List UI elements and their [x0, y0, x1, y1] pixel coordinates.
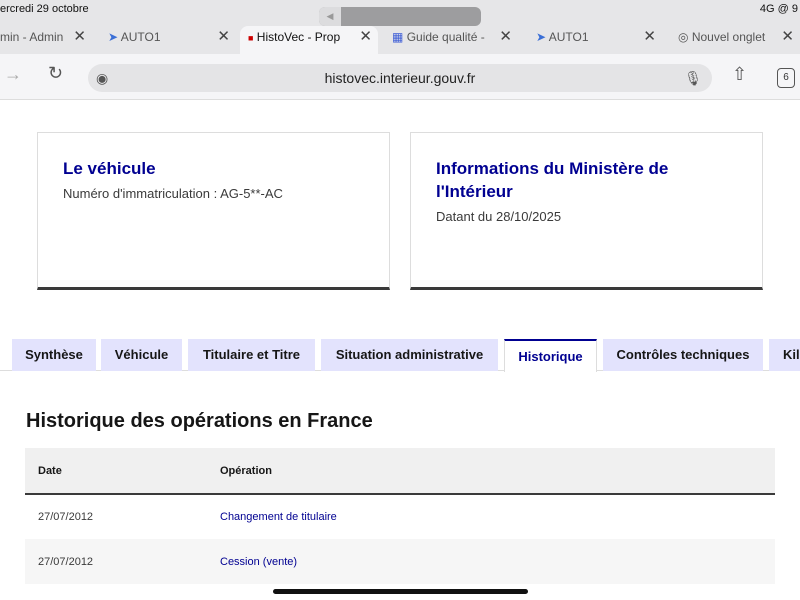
tab-situation[interactable]: Situation administrative — [321, 339, 498, 371]
url-bar[interactable]: ◉ histovec.interieur.gouv.fr 🎙 — [88, 64, 712, 92]
forward-icon[interactable]: → — [4, 64, 22, 85]
browser-tab-active[interactable]: ■ HistoVec - Prop ✕ — [240, 26, 378, 54]
speaker-icon: ◀ — [319, 7, 341, 26]
browser-tab[interactable]: min - Admin ✕ — [0, 26, 92, 54]
history-table: Date Opération 27/07/2012 Changement de ti… — [25, 448, 775, 584]
tab-kilometrage[interactable]: Kilo — [769, 339, 800, 371]
table-row: 27/07/2012 Cession (vente) — [25, 539, 775, 584]
date-cell: 27/07/2012 — [38, 511, 94, 523]
table-row: 27/07/2012 Changement de titulaire — [25, 494, 775, 539]
browser-tab[interactable]: ➤ AUTO1 ✕ — [532, 26, 662, 54]
section-title: Historique des opérations en France — [26, 410, 373, 432]
close-icon[interactable]: ✕ — [643, 26, 656, 48]
tab-synthese[interactable]: Synthèse — [12, 339, 96, 371]
card-title: Le véhicule — [63, 159, 156, 178]
close-icon[interactable]: ✕ — [781, 26, 794, 48]
browser-chrome: ercredi 29 octobre 4G @ 9 ◀ min - Admin ✕… — [0, 0, 800, 100]
url-text: histovec.interieur.gouv.fr — [324, 70, 476, 86]
vehicle-card: Le véhicule Numéro d'immatriculation : A… — [37, 132, 390, 290]
card-text: Datant du 28/10/2025 — [436, 209, 562, 224]
column-header: Opération — [207, 448, 775, 495]
tab-label: Guide qualité - — [406, 30, 485, 44]
browser-tab[interactable]: ◎ Nouvel onglet ✕ — [674, 26, 800, 54]
tab-vehicule[interactable]: Véhicule — [101, 339, 182, 371]
tab-label: HistoVec - Prop — [256, 30, 341, 44]
column-header: Date — [25, 448, 207, 495]
date-cell: 27/07/2012 — [25, 539, 207, 584]
ministry-card: Informations du Ministère de l'Intérieur… — [410, 132, 763, 290]
tab-label: min - Admin — [0, 30, 64, 44]
multitask-handle[interactable]: ◀ — [319, 7, 481, 26]
reload-icon[interactable]: ↻ — [48, 63, 63, 84]
microphone-icon[interactable]: 🎙 — [684, 64, 702, 92]
favicon-icon: ➤ — [536, 30, 547, 44]
tab-count-button[interactable]: 6 — [777, 68, 795, 88]
card-text: Numéro d'immatriculation : AG-5**-AC — [63, 186, 283, 201]
close-icon[interactable]: ✕ — [73, 26, 86, 48]
globe-icon: ◎ — [678, 30, 689, 44]
tab-label: AUTO1 — [548, 30, 589, 44]
browser-tab[interactable]: ➤ AUTO1 ✕ — [104, 26, 236, 54]
operation-link[interactable]: Cession (vente) — [220, 556, 297, 568]
tab-label: AUTO1 — [120, 30, 161, 44]
share-icon[interactable]: ⇧ — [732, 64, 747, 85]
close-icon[interactable]: ✕ — [359, 26, 372, 48]
operation-link[interactable]: Changement de titulaire — [220, 511, 337, 523]
close-icon[interactable]: ✕ — [217, 26, 230, 48]
tab-historique[interactable]: Historique — [504, 339, 597, 372]
lens-icon[interactable]: ◉ — [96, 64, 108, 92]
close-icon[interactable]: ✕ — [499, 26, 512, 48]
home-indicator[interactable] — [273, 589, 528, 594]
browser-tab[interactable]: ▦ Guide qualité - ✕ — [388, 26, 518, 54]
tab-controles[interactable]: Contrôles techniques — [603, 339, 763, 371]
card-title: Informations du Ministère de l'Intérieur — [436, 159, 669, 201]
favicon-icon: ➤ — [108, 30, 119, 44]
toolbar: → ↻ ◉ histovec.interieur.gouv.fr 🎙 ⇧ 6 — [0, 54, 800, 100]
tab-label: Nouvel onglet — [691, 30, 766, 44]
status-indicators: 4G @ 9 — [759, 3, 798, 15]
page-tabs: Synthèse Véhicule Titulaire et Titre Sit… — [0, 339, 800, 372]
french-flag-icon: ■ — [248, 33, 254, 43]
tab-titulaire[interactable]: Titulaire et Titre — [188, 339, 315, 371]
status-date: ercredi 29 octobre — [0, 3, 89, 15]
favicon-icon: ▦ — [392, 30, 404, 44]
